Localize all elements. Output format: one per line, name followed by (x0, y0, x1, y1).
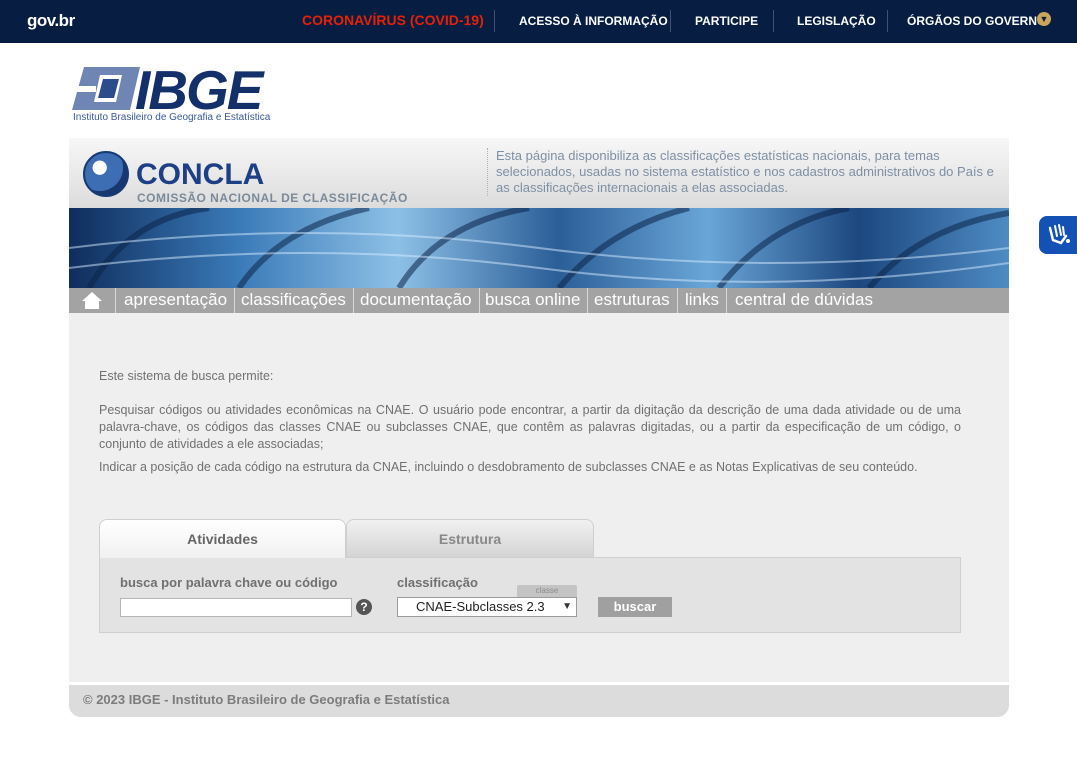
accessibility-button[interactable] (1039, 216, 1077, 254)
nav-apresentacao[interactable]: apresentação (117, 288, 236, 313)
paragraph-indicar: Indicar a posição de cada código na estr… (99, 460, 918, 474)
nav-busca-online[interactable]: busca online (478, 288, 589, 313)
acesso-informacao-link[interactable]: ACESSO À INFORMAÇÃO (519, 14, 668, 28)
nav-links[interactable]: links (678, 288, 728, 313)
buscar-button[interactable]: buscar (598, 597, 672, 617)
tab-atividades[interactable]: Atividades (99, 519, 346, 558)
search-label: busca por palavra chave ou código (120, 575, 338, 590)
legislacao-link[interactable]: LEGISLAÇÃO (797, 14, 876, 28)
govbr-bar: gov.br CORONAVÍRUS (COVID-19) ACESSO À I… (0, 0, 1077, 43)
concla-title[interactable]: CONCLA (136, 158, 264, 192)
home-button[interactable] (69, 288, 116, 313)
divider (494, 10, 495, 32)
intro-text: Este sistema de busca permite: Pesquisar… (99, 368, 961, 493)
classe-tag: classe (517, 585, 577, 597)
divider (670, 10, 671, 32)
nav-classificacoes[interactable]: classificações (234, 288, 354, 313)
ibge-subtitle: Instituto Brasileiro de Geografia e Esta… (73, 112, 271, 123)
nav-estruturas[interactable]: estruturas (587, 288, 678, 313)
classification-select[interactable]: CNAE-Subclasses 2.3 ▼ (397, 597, 577, 617)
intro-line: Este sistema de busca permite: (99, 369, 274, 383)
concla-globe-icon (83, 151, 129, 197)
chevron-down-icon[interactable]: ▼ (1037, 12, 1051, 26)
covid-link[interactable]: CORONAVÍRUS (COVID-19) (302, 12, 484, 28)
search-input[interactable] (120, 598, 352, 617)
nav-documentacao[interactable]: documentação (353, 288, 480, 313)
divider (887, 10, 888, 32)
nav-central-duvidas[interactable]: central de dúvidas (728, 288, 880, 313)
participe-link[interactable]: PARTICIPE (695, 14, 758, 28)
concla-header: CONCLA COMISSÃO NACIONAL DE CLASSIFICAÇÃ… (69, 138, 1009, 208)
orgaos-governo-link[interactable]: ÓRGÃOS DO GOVERNO (907, 14, 1046, 28)
help-icon[interactable]: ? (356, 599, 372, 615)
home-icon (82, 292, 102, 309)
chevron-down-icon: ▼ (562, 601, 572, 612)
footer-copyright: © 2023 IBGE - Instituto Brasileiro de Ge… (69, 682, 1009, 717)
concla-subtitle: COMISSÃO NACIONAL DE CLASSIFICAÇÃO (137, 191, 408, 205)
concla-description: Esta página disponibiliza as classificaç… (487, 148, 1007, 196)
main-nav: apresentação classificações documentação… (69, 288, 1009, 313)
divider (773, 10, 774, 32)
tab-estrutura[interactable]: Estrutura (346, 519, 594, 557)
ibge-logo-mark[interactable] (72, 67, 140, 110)
paragraph-pesquisar: Pesquisar códigos ou atividades econômic… (99, 403, 961, 451)
main-panel: CONCLA COMISSÃO NACIONAL DE CLASSIFICAÇÃ… (69, 138, 1009, 717)
banner-image (69, 208, 1009, 288)
hand-talk-icon (1048, 224, 1070, 245)
classification-label: classificação (397, 575, 478, 590)
search-form: busca por palavra chave ou código ? clas… (99, 557, 961, 633)
govbr-logo[interactable]: gov.br (27, 11, 75, 31)
classification-select-value: CNAE-Subclasses 2.3 (416, 599, 545, 614)
